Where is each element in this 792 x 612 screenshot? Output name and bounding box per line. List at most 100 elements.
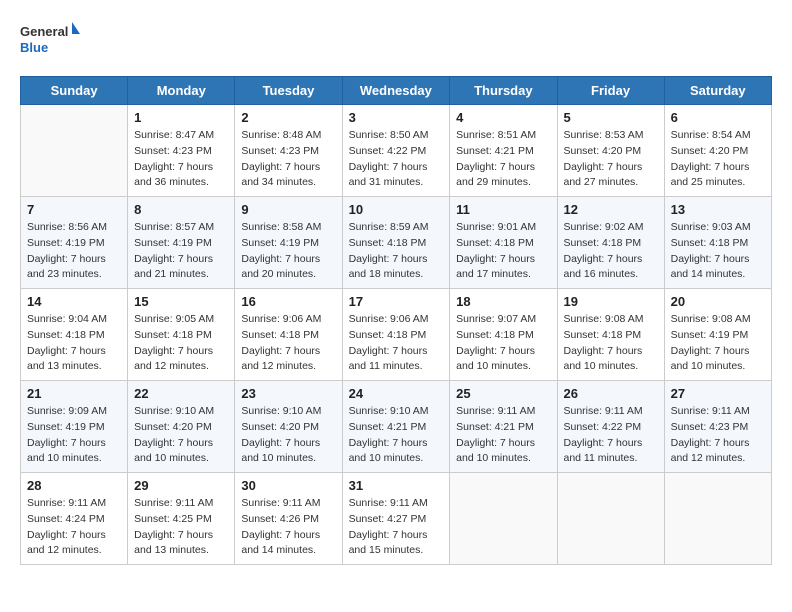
day-number: 13 — [671, 202, 765, 217]
day-number: 10 — [349, 202, 444, 217]
calendar-cell: 28 Sunrise: 9:11 AMSunset: 4:24 PMDayligh… — [21, 473, 128, 565]
day-number: 18 — [456, 294, 550, 309]
weekday-header: Wednesday — [342, 77, 450, 105]
calendar-cell: 24 Sunrise: 9:10 AMSunset: 4:21 PMDayligh… — [342, 381, 450, 473]
day-info: Sunrise: 8:50 AMSunset: 4:22 PMDaylight:… — [349, 128, 444, 191]
logo-svg: General Blue — [20, 20, 80, 60]
day-number: 1 — [134, 110, 228, 125]
calendar-cell: 31 Sunrise: 9:11 AMSunset: 4:27 PMDayligh… — [342, 473, 450, 565]
day-number: 27 — [671, 386, 765, 401]
day-info: Sunrise: 9:04 AMSunset: 4:18 PMDaylight:… — [27, 312, 121, 375]
weekday-header-row: SundayMondayTuesdayWednesdayThursdayFrid… — [21, 77, 772, 105]
day-number: 24 — [349, 386, 444, 401]
weekday-header: Tuesday — [235, 77, 342, 105]
day-number: 4 — [456, 110, 550, 125]
calendar-cell: 9 Sunrise: 8:58 AMSunset: 4:19 PMDaylight… — [235, 197, 342, 289]
logo: General Blue — [20, 20, 80, 60]
calendar-cell: 1 Sunrise: 8:47 AMSunset: 4:23 PMDaylight… — [128, 105, 235, 197]
day-number: 19 — [564, 294, 658, 309]
calendar-cell: 21 Sunrise: 9:09 AMSunset: 4:19 PMDayligh… — [21, 381, 128, 473]
calendar-week-row: 14 Sunrise: 9:04 AMSunset: 4:18 PMDayligh… — [21, 289, 772, 381]
day-number: 5 — [564, 110, 658, 125]
calendar-cell — [450, 473, 557, 565]
calendar-week-row: 21 Sunrise: 9:09 AMSunset: 4:19 PMDayligh… — [21, 381, 772, 473]
day-info: Sunrise: 9:02 AMSunset: 4:18 PMDaylight:… — [564, 220, 658, 283]
day-info: Sunrise: 9:06 AMSunset: 4:18 PMDaylight:… — [241, 312, 335, 375]
day-info: Sunrise: 9:11 AMSunset: 4:24 PMDaylight:… — [27, 496, 121, 559]
calendar-cell: 11 Sunrise: 9:01 AMSunset: 4:18 PMDayligh… — [450, 197, 557, 289]
calendar-cell: 17 Sunrise: 9:06 AMSunset: 4:18 PMDayligh… — [342, 289, 450, 381]
svg-text:Blue: Blue — [20, 40, 48, 55]
calendar-cell: 16 Sunrise: 9:06 AMSunset: 4:18 PMDayligh… — [235, 289, 342, 381]
day-number: 6 — [671, 110, 765, 125]
day-number: 22 — [134, 386, 228, 401]
day-number: 25 — [456, 386, 550, 401]
calendar-cell: 5 Sunrise: 8:53 AMSunset: 4:20 PMDaylight… — [557, 105, 664, 197]
calendar-cell: 6 Sunrise: 8:54 AMSunset: 4:20 PMDaylight… — [664, 105, 771, 197]
day-info: Sunrise: 8:56 AMSunset: 4:19 PMDaylight:… — [27, 220, 121, 283]
calendar-cell: 10 Sunrise: 8:59 AMSunset: 4:18 PMDayligh… — [342, 197, 450, 289]
day-number: 30 — [241, 478, 335, 493]
calendar-cell: 3 Sunrise: 8:50 AMSunset: 4:22 PMDaylight… — [342, 105, 450, 197]
day-number: 15 — [134, 294, 228, 309]
calendar-week-row: 7 Sunrise: 8:56 AMSunset: 4:19 PMDaylight… — [21, 197, 772, 289]
calendar-cell: 19 Sunrise: 9:08 AMSunset: 4:18 PMDayligh… — [557, 289, 664, 381]
day-info: Sunrise: 9:11 AMSunset: 4:22 PMDaylight:… — [564, 404, 658, 467]
day-number: 17 — [349, 294, 444, 309]
day-number: 12 — [564, 202, 658, 217]
calendar-cell: 7 Sunrise: 8:56 AMSunset: 4:19 PMDaylight… — [21, 197, 128, 289]
day-info: Sunrise: 9:06 AMSunset: 4:18 PMDaylight:… — [349, 312, 444, 375]
calendar-cell: 15 Sunrise: 9:05 AMSunset: 4:18 PMDayligh… — [128, 289, 235, 381]
day-number: 28 — [27, 478, 121, 493]
day-info: Sunrise: 8:51 AMSunset: 4:21 PMDaylight:… — [456, 128, 550, 191]
day-info: Sunrise: 9:11 AMSunset: 4:26 PMDaylight:… — [241, 496, 335, 559]
day-info: Sunrise: 9:11 AMSunset: 4:23 PMDaylight:… — [671, 404, 765, 467]
calendar-week-row: 28 Sunrise: 9:11 AMSunset: 4:24 PMDayligh… — [21, 473, 772, 565]
day-number: 8 — [134, 202, 228, 217]
day-info: Sunrise: 9:05 AMSunset: 4:18 PMDaylight:… — [134, 312, 228, 375]
day-number: 7 — [27, 202, 121, 217]
day-number: 2 — [241, 110, 335, 125]
svg-text:General: General — [20, 24, 68, 39]
day-number: 31 — [349, 478, 444, 493]
day-info: Sunrise: 9:11 AMSunset: 4:21 PMDaylight:… — [456, 404, 550, 467]
calendar-cell: 8 Sunrise: 8:57 AMSunset: 4:19 PMDaylight… — [128, 197, 235, 289]
day-number: 3 — [349, 110, 444, 125]
weekday-header: Thursday — [450, 77, 557, 105]
calendar-cell: 4 Sunrise: 8:51 AMSunset: 4:21 PMDaylight… — [450, 105, 557, 197]
day-number: 23 — [241, 386, 335, 401]
day-number: 20 — [671, 294, 765, 309]
day-info: Sunrise: 9:10 AMSunset: 4:21 PMDaylight:… — [349, 404, 444, 467]
day-info: Sunrise: 9:10 AMSunset: 4:20 PMDaylight:… — [241, 404, 335, 467]
calendar-cell — [557, 473, 664, 565]
day-info: Sunrise: 9:01 AMSunset: 4:18 PMDaylight:… — [456, 220, 550, 283]
day-info: Sunrise: 9:08 AMSunset: 4:19 PMDaylight:… — [671, 312, 765, 375]
day-info: Sunrise: 8:58 AMSunset: 4:19 PMDaylight:… — [241, 220, 335, 283]
weekday-header: Sunday — [21, 77, 128, 105]
day-info: Sunrise: 9:08 AMSunset: 4:18 PMDaylight:… — [564, 312, 658, 375]
day-info: Sunrise: 9:11 AMSunset: 4:27 PMDaylight:… — [349, 496, 444, 559]
weekday-header: Friday — [557, 77, 664, 105]
day-info: Sunrise: 8:59 AMSunset: 4:18 PMDaylight:… — [349, 220, 444, 283]
day-number: 16 — [241, 294, 335, 309]
day-number: 9 — [241, 202, 335, 217]
calendar-cell: 29Sunrise: 9:11 AMSunset: 4:25 PMDayligh… — [128, 473, 235, 565]
calendar-cell: 22 Sunrise: 9:10 AMSunset: 4:20 PMDayligh… — [128, 381, 235, 473]
day-info: Sunrise: 9:09 AMSunset: 4:19 PMDaylight:… — [27, 404, 121, 467]
day-info: Sunrise: 8:47 AMSunset: 4:23 PMDaylight:… — [134, 128, 228, 191]
day-info: Sunrise: 8:48 AMSunset: 4:23 PMDaylight:… — [241, 128, 335, 191]
day-info: Sunrise: 8:54 AMSunset: 4:20 PMDaylight:… — [671, 128, 765, 191]
day-info: Sunrise: 9:07 AMSunset: 4:18 PMDaylight:… — [456, 312, 550, 375]
day-info: Sunrise: 9:10 AMSunset: 4:20 PMDaylight:… — [134, 404, 228, 467]
day-number: 14 — [27, 294, 121, 309]
day-info: Sunrise: 8:57 AMSunset: 4:19 PMDaylight:… — [134, 220, 228, 283]
page-header: General Blue — [20, 20, 772, 60]
day-number: 21 — [27, 386, 121, 401]
calendar-cell — [664, 473, 771, 565]
calendar-week-row: 1 Sunrise: 8:47 AMSunset: 4:23 PMDaylight… — [21, 105, 772, 197]
weekday-header: Monday — [128, 77, 235, 105]
calendar-cell: 13Sunrise: 9:03 AMSunset: 4:18 PMDayligh… — [664, 197, 771, 289]
day-info: Sunrise: 8:53 AMSunset: 4:20 PMDaylight:… — [564, 128, 658, 191]
day-number: 11 — [456, 202, 550, 217]
calendar-cell: 30 Sunrise: 9:11 AMSunset: 4:26 PMDayligh… — [235, 473, 342, 565]
